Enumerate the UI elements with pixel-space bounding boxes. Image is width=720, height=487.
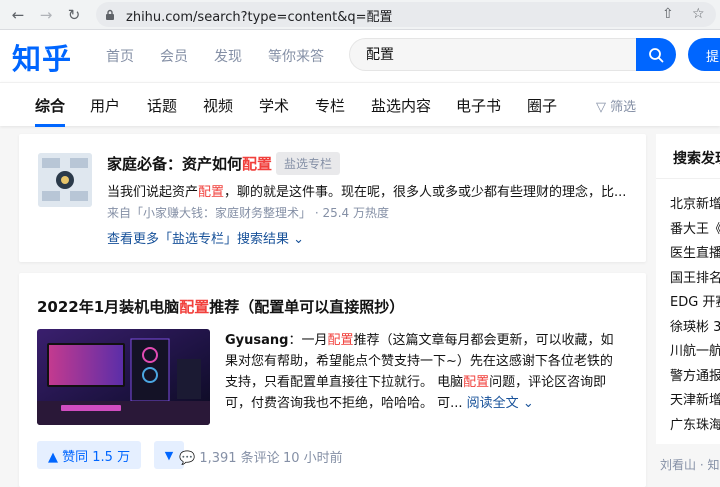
tab-all[interactable]: 综合 [35,95,65,116]
hot-search-item[interactable]: 国王排名 [670,267,720,286]
nav-explore[interactable]: 发现 [214,46,242,66]
site-header: 知乎 首页 会员 发现 等你来答 提 [0,30,720,82]
address-bar[interactable]: zhihu.com/search?type=content&q=配置 ⇧ ☆ [96,2,716,27]
tab-videos[interactable]: 视频 [203,95,233,116]
book-cover-icon [38,153,92,207]
nav-waiting-answers[interactable]: 等你来答 [268,46,324,66]
triangle-up-icon: ▲ [48,450,58,465]
sidebar-title: 搜索发现 [673,151,720,167]
chevron-down-icon: ⌄ [522,396,534,411]
search-icon [649,47,664,62]
hot-search-item[interactable]: 天津新增 [670,389,720,408]
bookmark-star-icon[interactable]: ☆ [692,6,705,22]
hot-search-item[interactable]: 番大王《 [670,218,720,237]
search-input[interactable] [366,46,616,62]
author-name[interactable]: Gyusang [225,333,288,348]
result-title[interactable]: 家庭必备：资产如何配置 [107,153,272,174]
triangle-down-icon: ▼ [164,448,174,462]
result-card-column: 家庭必备：资产如何配置 盐选专栏 当我们说起资产配置，聊的就是这件事。现在呢，很… [19,134,646,262]
hot-search-item[interactable]: 川航一航 [670,340,720,359]
zhihu-logo[interactable]: 知乎 [12,36,72,78]
url-text[interactable]: zhihu.com/search?type=content&q=配置 [126,6,393,25]
hot-search-item[interactable]: 广东珠海 [670,414,720,433]
search-button[interactable] [636,38,676,71]
result-description[interactable]: 当我们说起资产配置，聊的就是这件事。现在呢，很多人或多或少都有些理财的理念，比.… [107,181,626,200]
comment-icon: 💬 [179,451,196,466]
search-box [349,38,637,71]
tab-ebooks[interactable]: 电子书 [456,95,501,116]
more-results-link[interactable]: 查看更多「盐选专栏」搜索结果 ⌄ [107,228,304,247]
ask-question-button[interactable]: 提 [688,38,720,71]
tab-salt-content[interactable]: 盐选内容 [371,95,431,116]
search-type-tabs: 综合 用户 话题 视频 学术 专栏 盐选内容 电子书 圈子 ▽ 筛选 [0,82,720,127]
back-icon[interactable]: ← [8,5,28,25]
upvote-button[interactable]: ▲ 赞同 1.5 万 [37,441,142,469]
nav-home[interactable]: 首页 [106,46,134,66]
hot-search-item[interactable]: 北京新增 [670,193,720,212]
article-title[interactable]: 2022年1月装机电脑配置推荐（配置单可以直接照抄） [37,296,404,317]
hot-search-item[interactable]: 医生直播 [670,242,720,261]
result-card-article: 2022年1月装机电脑配置推荐（配置单可以直接照抄） Gyusang：一月配置推… [19,273,646,487]
hot-search-item[interactable]: EDG 开赛 [670,291,720,310]
active-tab-indicator [35,124,65,127]
article-thumbnail[interactable] [37,329,210,425]
tab-circles[interactable]: 圈子 [527,95,557,116]
read-more-link[interactable]: 阅读全文 ⌄ [467,396,534,411]
share-icon[interactable]: ⇧ [662,6,674,22]
chevron-down-icon: ⌄ [293,232,305,247]
lock-icon [106,9,114,20]
sidebar-footer[interactable]: 刘看山 · 知 [660,456,719,473]
tab-columns[interactable]: 专栏 [315,95,345,116]
article-excerpt[interactable]: Gyusang：一月配置推荐（这篇文章每月都会更新，可以收藏，如果对您有帮助，希… [225,330,623,414]
tab-users[interactable]: 用户 [90,95,120,116]
column-tag: 盐选专栏 [276,152,341,175]
book-cover-image[interactable] [38,153,92,207]
filter-label: 筛选 [610,100,637,115]
browser-toolbar: ← → ↻ zhihu.com/search?type=content&q=配置… [0,0,720,30]
filter-button[interactable]: ▽ 筛选 [596,96,636,115]
nav-vip[interactable]: 会员 [160,46,188,66]
pc-setup-image [37,329,210,425]
hot-search-item[interactable]: 徐瑛彬 3 [670,316,720,335]
divider [656,178,720,179]
post-time: 10 小时前 [283,451,343,466]
search-discovery-sidebar: 搜索发现 北京新增 番大王《 医生直播 国王排名 EDG 开赛 徐瑛彬 3 川航… [656,134,720,444]
tab-topics[interactable]: 话题 [147,95,177,116]
forward-icon[interactable]: → [36,5,56,25]
result-source: 来自「小家赚大钱：家庭财务整理术」 · 25.4 万热度 [107,206,389,220]
hot-search-item[interactable]: 警方通报 [670,365,720,384]
comments-button[interactable]: 💬 1,391 条评论 [179,447,280,466]
reload-icon[interactable]: ↻ [64,5,84,25]
tab-academic[interactable]: 学术 [259,95,289,116]
filter-icon: ▽ [596,100,606,115]
